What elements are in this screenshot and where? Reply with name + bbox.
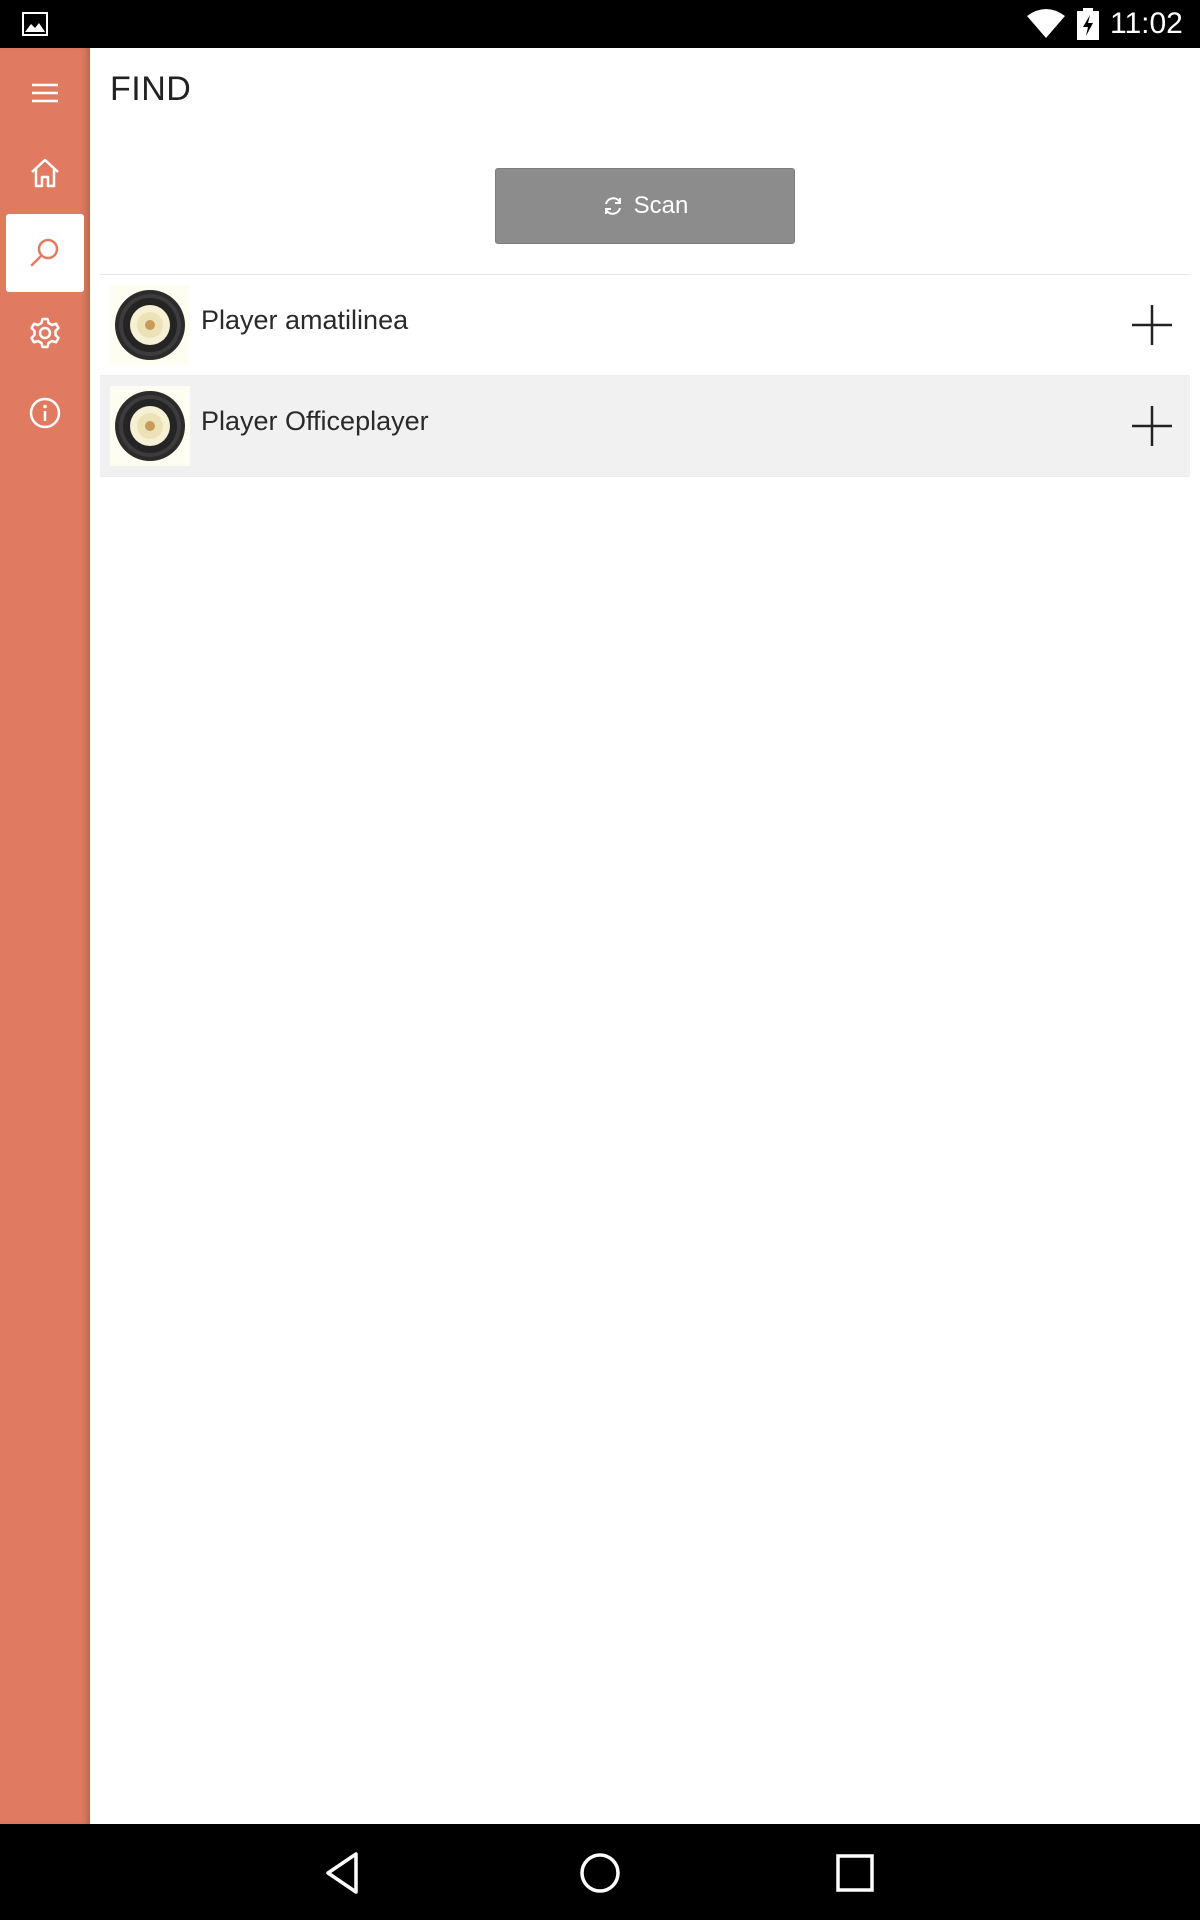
info-icon — [29, 397, 61, 429]
nav-home[interactable] — [6, 134, 84, 212]
player-thumbnail — [110, 386, 190, 466]
nav-settings[interactable] — [6, 294, 84, 372]
nav-info[interactable] — [6, 374, 84, 452]
add-player-button[interactable] — [1128, 301, 1176, 349]
scan-button-label: Scan — [633, 192, 689, 219]
search-icon — [30, 238, 59, 267]
back-icon — [326, 1852, 358, 1894]
player-thumbnail — [110, 285, 190, 365]
player-list: Player amatilinea Player Officeplayer — [100, 274, 1190, 477]
navigation-bar — [0, 1824, 1200, 1920]
gear-icon — [30, 317, 60, 349]
battery-charging-icon — [1077, 8, 1099, 40]
home-icon — [31, 158, 59, 188]
wifi-icon — [1027, 9, 1065, 38]
main-content: FIND Scan Player amatilinea Player Offic… — [90, 48, 1200, 1824]
plus-icon — [1132, 406, 1172, 446]
screen: 11:02 FIND Scan Player amatilinea Player… — [0, 0, 1200, 1920]
home-nav-button[interactable] — [575, 1848, 625, 1898]
status-bar: 11:02 — [0, 0, 1200, 48]
nav-find[interactable] — [6, 214, 84, 292]
vinyl-record-icon — [115, 290, 185, 360]
page-title: FIND — [110, 70, 192, 108]
image-notification-icon — [22, 12, 48, 36]
status-time: 11:02 — [1110, 7, 1183, 40]
vinyl-record-icon — [115, 391, 185, 461]
menu-button[interactable] — [6, 54, 84, 132]
side-rail — [0, 48, 90, 1824]
recents-icon — [836, 1854, 874, 1892]
home-circle-icon — [580, 1853, 620, 1893]
player-name: Player amatilinea — [201, 305, 409, 335]
add-player-button[interactable] — [1128, 402, 1176, 450]
back-button[interactable] — [320, 1848, 370, 1898]
refresh-icon — [604, 197, 621, 215]
player-row[interactable]: Player Officeplayer — [100, 376, 1190, 477]
player-name: Player Officeplayer — [201, 406, 429, 436]
scan-button[interactable]: Scan — [495, 168, 795, 244]
hamburger-menu-icon — [32, 83, 58, 103]
player-row[interactable]: Player amatilinea — [100, 275, 1190, 376]
plus-icon — [1132, 305, 1172, 345]
recents-button[interactable] — [830, 1848, 880, 1898]
